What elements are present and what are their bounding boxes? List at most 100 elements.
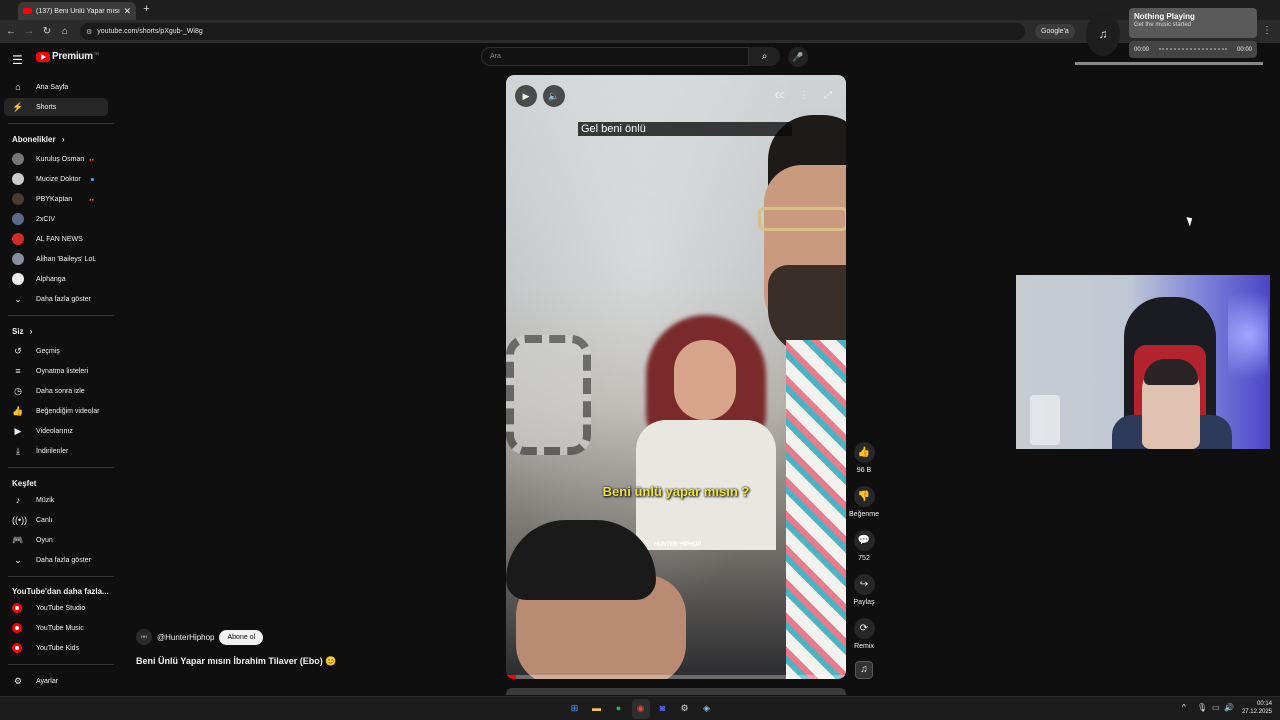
reload-icon[interactable]: ↻ — [40, 25, 54, 38]
sidebar-item-subscription[interactable]: 2xCIV — [4, 210, 108, 228]
sidebar-item-subscription[interactable]: AL FAN NEWS — [4, 230, 108, 248]
volume-tray-icon[interactable]: 🔊 — [1224, 703, 1234, 712]
logo-text: Premium — [52, 51, 93, 62]
chrome-icon[interactable]: ◉ — [634, 702, 647, 715]
sidebar-item-label: YouTube Music — [36, 624, 84, 632]
sidebar-item-home[interactable]: ⌂ Ana Sayfa — [4, 78, 108, 96]
thumbs-up-icon: 👍 — [853, 442, 875, 463]
address-bar[interactable]: ⚙ youtube.com/shorts/pXgub-_Wi8g — [80, 23, 1025, 40]
sidebar-item-label: Geçmiş — [36, 347, 60, 355]
discord-icon[interactable]: ◙ — [656, 702, 669, 715]
you-header[interactable]: Siz › — [12, 327, 32, 336]
more-from-youtube-header: YouTube'dan daha fazla... — [12, 587, 109, 596]
sidebar-item-downloads[interactable]: ⤓ İndirilenler — [4, 442, 108, 460]
more-options-button[interactable]: ⋮ — [793, 85, 815, 107]
captions-icon: ㏄ — [775, 90, 785, 101]
live-indicator-icon: ●● — [89, 196, 94, 202]
next-short-preview[interactable] — [506, 688, 846, 695]
clock-date: 27.12.2025 — [1241, 709, 1272, 715]
remix-button[interactable]: ⟳ Remix — [848, 618, 880, 650]
like-button[interactable]: 👍 96 B — [848, 442, 880, 474]
mouse-cursor-icon — [1186, 215, 1195, 227]
hamburger-menu-icon[interactable]: ☰ — [12, 53, 23, 67]
sidebar-item-history[interactable]: ↺ Geçmiş — [4, 342, 108, 360]
now-playing-card[interactable]: Nothing Playing Get the music started — [1129, 8, 1257, 38]
sound-button[interactable]: ♫ — [848, 661, 880, 683]
site-info-icon[interactable]: ⚙ — [86, 28, 92, 36]
video-title[interactable]: Beni Ünlü Yapar mısın İbrahim Tilaver (E… — [136, 656, 336, 667]
subscribe-button[interactable]: Abone ol — [219, 629, 264, 645]
settings-app-icon[interactable]: ⚙ — [678, 702, 691, 715]
file-explorer-icon[interactable]: ▬ — [590, 702, 603, 715]
captions-button[interactable]: ㏄ — [769, 85, 791, 107]
play-icon: ▶ — [522, 91, 530, 101]
close-tab-icon[interactable]: ✕ — [123, 6, 131, 17]
thumbs-up-icon: 👍 — [12, 405, 24, 416]
sidebar-item-show-more[interactable]: ⌄ Daha fazla göster — [4, 551, 108, 569]
search-icon: ⌕ — [761, 51, 768, 62]
url-text: youtube.com/shorts/pXgub-_Wi8g — [97, 28, 203, 35]
windows-start-icon[interactable]: ⊞ — [568, 702, 581, 715]
sidebar-item-settings[interactable]: ⚙ Ayarlar — [4, 672, 108, 690]
microphone-tray-icon[interactable]: 🎙 — [1197, 703, 1207, 712]
sidebar-item-label: 2xCIV — [36, 215, 56, 223]
music-note-icon[interactable]: ♫ — [1086, 12, 1120, 56]
video-progress-fill — [506, 675, 517, 679]
sidebar-item-playlists[interactable]: ≡ Oynatma listeleri — [4, 362, 108, 380]
sidebar-item-youtube-studio[interactable]: YouTube Studio — [4, 599, 108, 617]
channel-name[interactable]: @HunterHiphop — [157, 633, 214, 642]
shorts-player[interactable]: ▶ 🔈 ㏄ ⋮ ⤢ Gel beni önlü Beni ünlü yapar … — [506, 75, 846, 679]
video-frame-pillow — [506, 335, 591, 455]
share-button[interactable]: ↪ Paylaş — [848, 574, 880, 606]
sidebar-item-show-more[interactable]: ⌄ Daha fazla göster — [4, 290, 108, 308]
play-button[interactable]: ▶ — [515, 85, 537, 107]
fullscreen-button[interactable]: ⤢ — [817, 85, 839, 107]
voice-search-button[interactable]: 🎤 — [788, 47, 808, 67]
sidebar-item-shorts[interactable]: ⚡ Shorts — [4, 98, 108, 116]
search-placeholder: Ara — [490, 53, 501, 60]
sidebar-item-your-videos[interactable]: ▶ Videolarınız — [4, 422, 108, 440]
sidebar-item-watch-later[interactable]: ◷ Daha sonra izle — [4, 382, 108, 400]
tray-overflow-icon[interactable]: ^ — [1182, 703, 1186, 712]
divider — [8, 467, 114, 468]
sidebar-item-live[interactable]: ((•)) Canlı — [4, 511, 108, 529]
network-app-icon[interactable]: ◈ — [700, 702, 713, 715]
channel-avatar[interactable]: HH — [136, 629, 152, 645]
sidebar-item-music[interactable]: ♪ Müzik — [4, 491, 108, 509]
sidebar-item-youtube-music[interactable]: YouTube Music — [4, 619, 108, 637]
dislike-button[interactable]: 👎 Beğenme — [848, 486, 880, 518]
spotify-icon[interactable]: ● — [612, 702, 625, 715]
video-progress-bar[interactable] — [506, 675, 846, 679]
sidebar-item-youtube-kids[interactable]: YouTube Kids — [4, 639, 108, 657]
sidebar-item-gaming[interactable]: 🎮 Oyun — [4, 531, 108, 549]
webcam-overlay — [1016, 275, 1270, 449]
subscriptions-header[interactable]: Abonelikler › — [12, 135, 64, 144]
google-search-chip[interactable]: Google'a — [1035, 24, 1075, 39]
browser-tab[interactable]: (137) Beni Ünlü Yapar mısın İbr ✕ — [18, 2, 136, 20]
sidebar-item-label: Shorts — [36, 103, 57, 111]
sidebar-item-subscription[interactable]: Kuruluş Osman ●● — [4, 150, 108, 168]
sidebar-item-subscription[interactable]: Alphanga — [4, 270, 108, 288]
webcam-person-hair — [1144, 359, 1198, 385]
forward-arrow-icon[interactable]: → — [22, 25, 36, 38]
new-tab-button[interactable]: + — [140, 3, 153, 16]
volume-icon: 🔈 — [548, 91, 560, 101]
sidebar-item-subscription[interactable]: PBYKaptan ●● — [4, 190, 108, 208]
new-content-dot-icon — [91, 178, 94, 181]
sidebar-item-subscription[interactable]: Alihan 'Baileys' LoL — [4, 250, 108, 268]
search-button[interactable]: ⌕ — [749, 47, 780, 66]
mute-button[interactable]: 🔈 — [543, 85, 565, 107]
home-icon[interactable]: ⌂ — [58, 25, 72, 38]
sidebar-item-liked[interactable]: 👍 Beğendiğim videolar — [4, 402, 108, 420]
media-timeline[interactable]: 00:00 00:00 — [1129, 41, 1257, 58]
tab-title: (137) Beni Ünlü Yapar mısın İbr — [36, 7, 120, 15]
clock-time: 00:14 — [1256, 701, 1272, 707]
comments-button[interactable]: 💬 752 — [848, 530, 880, 562]
youtube-premium-logo[interactable]: Premium TR — [36, 51, 99, 62]
search-input[interactable]: Ara — [481, 47, 749, 66]
system-clock[interactable]: 00:14 27.12.2025 — [1242, 700, 1272, 716]
sidebar-item-subscription[interactable]: Mucize Doktor — [4, 170, 108, 188]
display-tray-icon[interactable]: ▭ — [1212, 703, 1220, 712]
back-arrow-icon[interactable]: ← — [4, 25, 18, 38]
media-time-end: 00:00 — [1236, 46, 1252, 53]
